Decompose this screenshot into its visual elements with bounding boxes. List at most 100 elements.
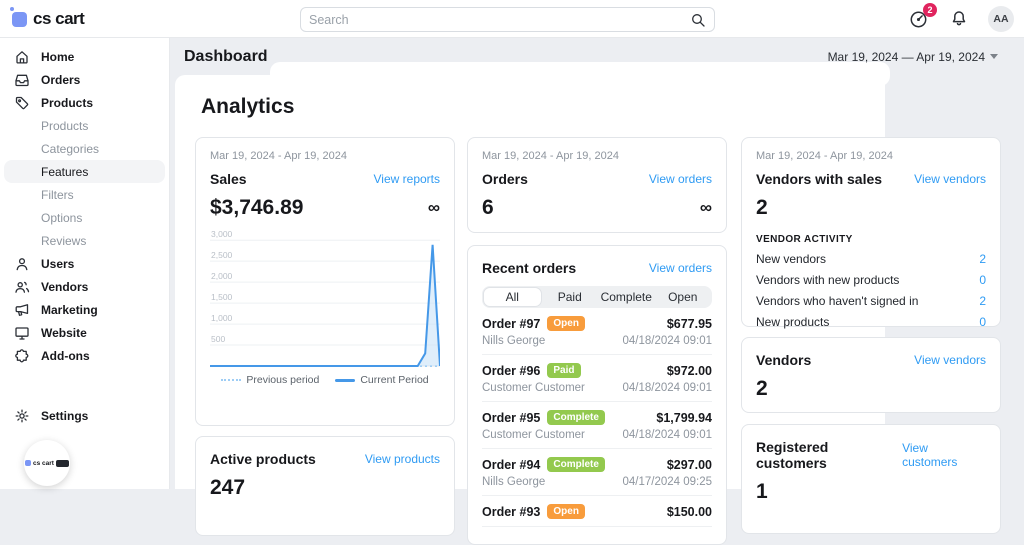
card-title: Registered customers [756,439,829,471]
view-orders-link[interactable]: View orders [649,172,712,186]
order-row[interactable]: Order #96 Paid $972.00 Customer Customer… [482,355,712,402]
tab-all[interactable]: All [483,287,542,307]
order-customer: Customer Customer [482,429,585,441]
activity-value[interactable]: 2 [979,252,986,266]
sidebar-item-label: Filters [41,187,74,202]
card-date-range: Mar 19, 2024 - Apr 19, 2024 [210,150,347,162]
svg-text:1,000: 1,000 [211,313,233,323]
tab-open[interactable]: Open [655,287,712,307]
legend-label: Current Period [360,374,429,386]
search-bar[interactable] [300,7,715,32]
sidebar-item-label: Reviews [41,233,87,248]
infinity-icon: ∞ [427,198,440,217]
card-title: Vendors [756,352,812,368]
chart-legend: Previous period Current Period [210,374,440,386]
sidebar-item-features[interactable]: Features [4,160,165,183]
activity-value[interactable]: 0 [979,273,986,287]
recent-orders-card: Recent orders View orders All Paid Compl… [467,245,727,545]
sidebar-item-home[interactable]: Home [4,45,165,68]
card-date-range: Mar 19, 2024 - Apr 19, 2024 [482,150,619,162]
cscart-floating-widget[interactable]: cs cart [24,440,70,486]
sales-chart: 500 1,000 1,500 2,000 2,500 3,000 [210,229,440,367]
sidebar-item-label: Options [41,210,83,225]
legend-label: Previous period [246,374,320,386]
sidebar-item-label: Settings [41,408,89,423]
status-badge: Complete [547,410,605,425]
sidebar-item-addons[interactable]: Add-ons [4,344,165,367]
sidebar-item-categories[interactable]: Categories [4,137,165,160]
order-row[interactable]: Order #95 Complete $1,799.94 Customer Cu… [482,402,712,449]
view-vendors-link[interactable]: View vendors [914,172,986,186]
order-amount: $1,799.94 [656,410,712,425]
activity-label: Vendors with new products [756,273,900,287]
registered-customers-value: 1 [756,480,768,503]
order-amount: $972.00 [666,363,712,378]
activity-label: Vendors who haven't signed in [756,294,919,308]
sidebar-item-reviews[interactable]: Reviews [4,229,165,252]
date-range-label: Mar 19, 2024 — Apr 19, 2024 [827,49,985,64]
sidebar-item-vendors[interactable]: Vendors [4,275,165,298]
order-customer: Customer Customer [482,382,585,394]
tab-paid[interactable]: Paid [542,287,599,307]
tab-complete[interactable]: Complete [598,287,655,307]
sidebar-item-products-sub[interactable]: Products [4,114,165,137]
cscart-logo[interactable]: cs cart [9,5,159,33]
sidebar-item-label: Products [41,95,94,110]
orders-icon [14,72,30,88]
order-id[interactable]: Order #96 [482,364,540,378]
view-vendors-link[interactable]: View vendors [914,353,986,367]
view-orders-link[interactable]: View orders [649,261,712,275]
status-badge: Open [547,504,585,519]
gauge-icon[interactable]: 2 [908,3,937,30]
previous-period-swatch [221,379,242,381]
sidebar-item-label: Categories [41,141,100,156]
svg-text:3,000: 3,000 [211,229,233,239]
order-amount: $297.00 [666,457,712,472]
tag-icon [14,95,30,111]
active-products-card: Active products View products 247 [195,436,455,536]
user-icon [14,256,30,272]
sidebar: Home Orders Products Products Categories… [0,38,170,489]
sidebar-item-options[interactable]: Options [4,206,165,229]
vendors-with-sales-value: 2 [756,196,768,219]
widget-logo-text: cs cart [33,459,54,467]
order-row[interactable]: Order #93 Open $150.00 [482,496,712,527]
card-title: Vendors with sales [756,171,883,187]
order-date: 04/18/2024 09:01 [622,429,712,441]
activity-value[interactable]: 0 [979,315,986,329]
sidebar-item-settings[interactable]: Settings [4,404,165,427]
page-title: Dashboard [184,47,268,65]
order-row[interactable]: Order #97 Open $677.95 Nills George 04/1… [482,308,712,355]
topbar-actions: 2 AA [908,0,1014,38]
avatar[interactable]: AA [988,6,1014,32]
sidebar-item-marketing[interactable]: Marketing [4,298,165,321]
sidebar-item-orders[interactable]: Orders [4,68,165,91]
vendors-card: Vendors View vendors 2 [741,337,1001,413]
search-input[interactable] [309,12,690,27]
date-range-picker[interactable]: Mar 19, 2024 — Apr 19, 2024 [828,50,998,64]
order-id[interactable]: Order #97 [482,317,540,331]
activity-label: New products [756,315,830,329]
order-id[interactable]: Order #94 [482,458,540,472]
activity-value[interactable]: 2 [979,294,986,308]
order-customer: Nills George [482,335,546,347]
logo-text: cs cart [33,9,85,28]
activity-row: Vendors who haven't signed in 2 [756,294,986,308]
vendor-activity-title: VENDOR ACTIVITY [756,234,853,245]
bell-icon[interactable] [948,8,970,30]
order-id[interactable]: Order #93 [482,505,540,519]
order-date: 04/18/2024 09:01 [622,335,712,347]
view-products-link[interactable]: View products [365,452,440,466]
order-id[interactable]: Order #95 [482,411,540,425]
sidebar-item-filters[interactable]: Filters [4,183,165,206]
sidebar-item-users[interactable]: Users [4,252,165,275]
activity-row: New vendors 2 [756,252,986,266]
vendors-value: 2 [756,377,768,400]
view-reports-link[interactable]: View reports [374,172,440,186]
view-customers-link[interactable]: View customers [902,441,986,469]
activity-row: New products 0 [756,315,986,329]
registered-customers-card: Registered customers View customers 1 [741,424,1001,534]
sidebar-item-website[interactable]: Website [4,321,165,344]
search-icon[interactable] [690,12,706,28]
sidebar-item-products[interactable]: Products [4,91,165,114]
